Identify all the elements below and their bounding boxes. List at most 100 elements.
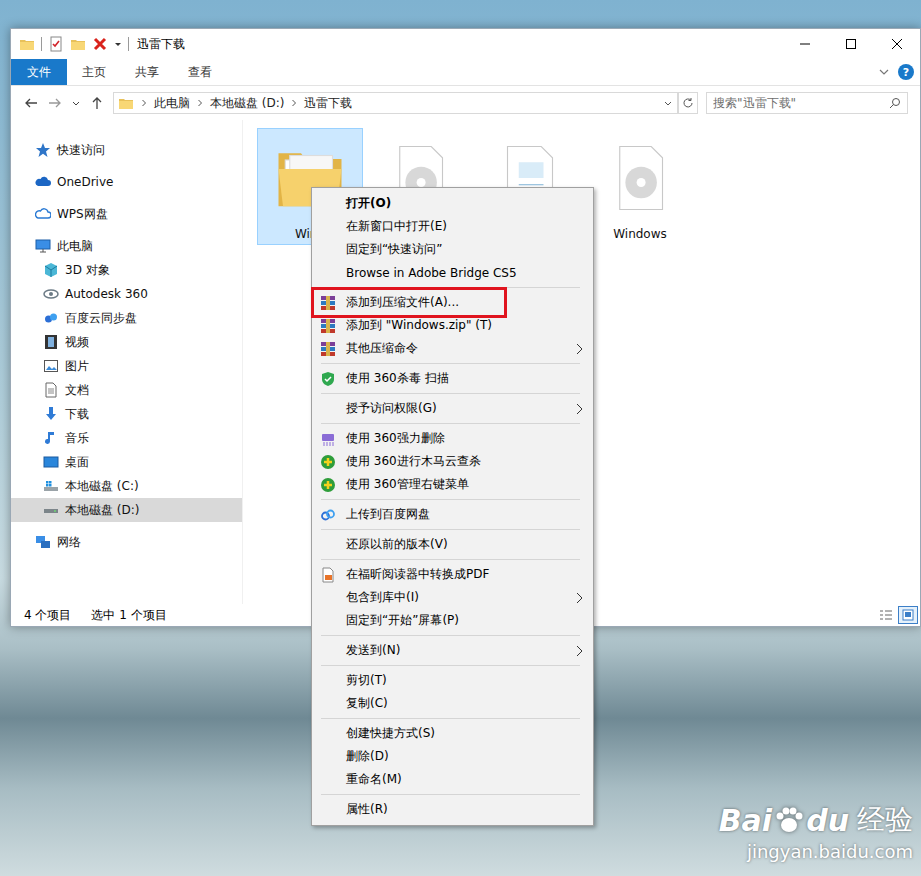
menu-item-label: 添加到 "Windows.zip" (T) — [346, 317, 583, 334]
menu-item[interactable]: 复制(C) — [312, 692, 593, 715]
address-row: 此电脑 本地磁盘 (D:) 迅雷下载 搜索"迅雷下载" — [11, 86, 920, 120]
menu-item[interactable]: 上传到百度网盘 — [312, 503, 593, 526]
refresh-icon — [682, 97, 694, 109]
customize-dropdown-icon[interactable] — [114, 40, 122, 48]
help-button[interactable]: ? — [898, 64, 914, 80]
sidebar-item[interactable]: 桌面 — [11, 450, 242, 474]
menu-item[interactable]: 授予访问权限(G) — [312, 397, 593, 420]
maximize-button[interactable] — [828, 29, 874, 59]
recent-locations-icon[interactable] — [71, 98, 81, 108]
properties-icon[interactable] — [48, 36, 64, 52]
search-field[interactable]: 搜索"迅雷下载" — [706, 92, 908, 114]
minimize-button[interactable] — [782, 29, 828, 59]
picture-icon — [43, 358, 59, 374]
expand-ribbon-icon[interactable] — [878, 66, 890, 78]
menu-item[interactable]: 属性(R) — [312, 798, 593, 821]
sidebar-item[interactable]: 视频 — [11, 330, 242, 354]
sidebar-item[interactable]: 本地磁盘 (C:) — [11, 474, 242, 498]
menu-item[interactable]: 使用 360进行木马云查杀 — [312, 450, 593, 473]
sidebar-item[interactable]: 音乐 — [11, 426, 242, 450]
star-icon — [35, 142, 51, 158]
delete-icon[interactable] — [92, 36, 108, 52]
menu-item-label: 创建快捷方式(S) — [346, 725, 583, 742]
system-drive-icon — [43, 478, 59, 494]
menu-item[interactable]: 重命名(M) — [312, 768, 593, 791]
menu-item[interactable]: 添加到 "Windows.zip" (T) — [312, 314, 593, 337]
ribbon-tab[interactable]: 共享 — [120, 59, 173, 85]
title-bar[interactable]: 迅雷下载 — [11, 29, 920, 59]
search-placeholder: 搜索"迅雷下载" — [713, 95, 889, 112]
sidebar-item[interactable]: 网络 — [11, 530, 242, 554]
sidebar-item[interactable]: 本地磁盘 (D:) — [11, 498, 242, 522]
menu-item[interactable]: 使用 360杀毒 扫描 — [312, 367, 593, 390]
menu-item[interactable]: 其他压缩命令 — [312, 337, 593, 360]
menu-item[interactable]: 添加到压缩文件(A)... — [312, 291, 593, 314]
folder-icon — [118, 95, 134, 111]
menu-item[interactable]: 删除(D) — [312, 745, 593, 768]
menu-item-label: 包含到库中(I) — [346, 589, 575, 606]
path-chevron-icon[interactable] — [290, 99, 298, 107]
path-segment[interactable]: 本地磁盘 (D:) — [210, 95, 284, 112]
new-folder-icon[interactable] — [70, 36, 86, 52]
menu-item[interactable]: 包含到库中(I) — [312, 586, 593, 609]
menu-separator — [321, 423, 580, 424]
shield-icon — [320, 371, 336, 387]
sidebar-item[interactable]: 此电脑 — [11, 234, 242, 258]
menu-item-label: 剪切(T) — [346, 672, 583, 689]
sidebar-item[interactable]: OneDrive — [11, 170, 242, 194]
sidebar-item[interactable]: 下载 — [11, 402, 242, 426]
view-button[interactable] — [876, 606, 896, 624]
winrar-icon — [320, 341, 336, 357]
shredder-icon — [320, 431, 336, 447]
menu-item-label: 还原以前的版本(V) — [346, 536, 583, 553]
paw-icon — [774, 805, 804, 835]
submenu-arrow-icon — [575, 343, 583, 355]
menu-item[interactable]: 创建快捷方式(S) — [312, 722, 593, 745]
up-arrow-icon[interactable] — [89, 95, 105, 111]
menu-separator — [321, 393, 580, 394]
menu-item-label: 使用 360杀毒 扫描 — [346, 370, 583, 387]
menu-item[interactable]: 发送到(N) — [312, 639, 593, 662]
ribbon-tab[interactable]: 主页 — [67, 59, 120, 85]
menu-item[interactable]: 固定到“快速访问” — [312, 238, 593, 261]
context-menu: 打开(O)在新窗口中打开(E)固定到“快速访问” Browse in Adobe … — [311, 187, 594, 826]
menu-item[interactable]: 在新窗口中打开(E) — [312, 215, 593, 238]
menu-item-label: 使用 360管理右键菜单 — [346, 476, 583, 493]
sidebar-item[interactable]: 3D 对象 — [11, 258, 242, 282]
menu-item[interactable]: 剪切(T) — [312, 669, 593, 692]
path-segment[interactable]: 迅雷下载 — [304, 95, 352, 112]
path-chevron-icon[interactable] — [140, 99, 148, 107]
sidebar-item[interactable]: 图片 — [11, 354, 242, 378]
back-arrow-icon[interactable] — [23, 95, 39, 111]
close-button[interactable] — [874, 29, 920, 59]
menu-item[interactable]: 使用 360管理右键菜单 — [312, 473, 593, 496]
sidebar-item[interactable]: 百度云同步盘 — [11, 306, 242, 330]
ribbon-tab[interactable]: 文件 — [11, 59, 67, 85]
view-button[interactable] — [898, 606, 918, 624]
menu-item[interactable]: 在福昕阅读器中转换成PDF — [312, 563, 593, 586]
sidebar-item[interactable]: Autodesk 360 — [11, 282, 242, 306]
sidebar-item[interactable]: 快速访问 — [11, 138, 242, 162]
path-chevron-icon[interactable] — [196, 99, 204, 107]
menu-item-label: 其他压缩命令 — [346, 340, 575, 357]
address-field[interactable]: 此电脑 本地磁盘 (D:) 迅雷下载 — [113, 92, 678, 114]
close-icon — [892, 39, 902, 49]
menu-item-label: Browse in Adobe Bridge CS5 — [346, 266, 583, 280]
path-segment[interactable]: 此电脑 — [154, 95, 190, 112]
refresh-button[interactable] — [678, 92, 698, 114]
menu-item[interactable]: 固定到“开始”屏幕(P) — [312, 609, 593, 632]
menu-item-label: 使用 360强力删除 — [346, 430, 583, 447]
cloud-outline-icon — [35, 206, 51, 222]
menu-item-label: 在福昕阅读器中转换成PDF — [346, 566, 583, 583]
menu-item[interactable]: 打开(O) — [312, 192, 593, 215]
file-item[interactable]: Windows — [587, 128, 693, 245]
address-dropdown-icon[interactable] — [663, 98, 673, 108]
menu-separator — [321, 665, 580, 666]
sidebar-item[interactable]: WPS网盘 — [11, 202, 242, 226]
ribbon-tab[interactable]: 查看 — [173, 59, 226, 85]
menu-item[interactable]: 还原以前的版本(V) — [312, 533, 593, 556]
forward-arrow-icon[interactable] — [47, 95, 63, 111]
menu-item[interactable]: Browse in Adobe Bridge CS5 — [312, 261, 593, 284]
sidebar-item[interactable]: 文档 — [11, 378, 242, 402]
menu-item[interactable]: 使用 360强力删除 — [312, 427, 593, 450]
